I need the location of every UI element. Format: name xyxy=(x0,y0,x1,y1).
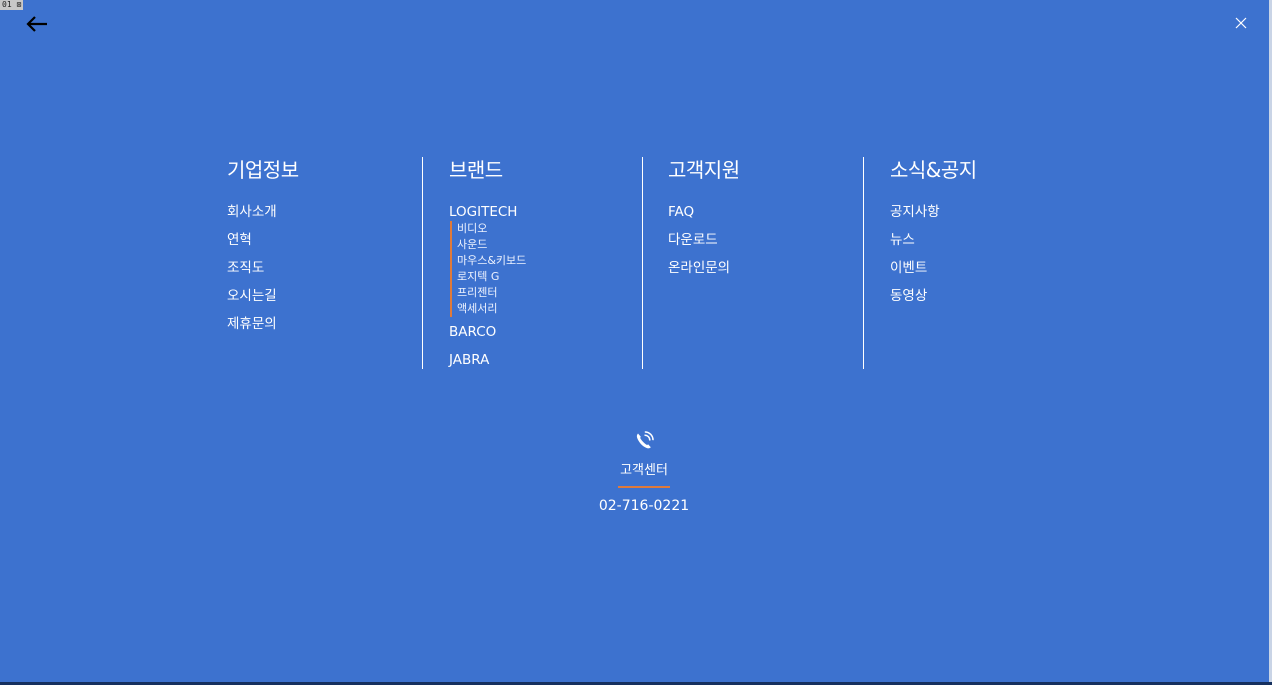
link-events[interactable]: 이벤트 xyxy=(890,259,977,287)
sublink-sound[interactable]: 사운드 xyxy=(457,237,526,253)
link-company-intro[interactable]: 회사소개 xyxy=(227,203,299,231)
link-notices[interactable]: 공지사항 xyxy=(890,203,977,231)
column-divider xyxy=(422,157,423,369)
menu-column-company: 기업정보 회사소개 연혁 조직도 오시는길 제휴문의 xyxy=(227,157,299,343)
fullscreen-menu-overlay: 01 ⊠ 기업정보 회사소개 연혁 조직도 오시는길 제휴문의 브랜드 LOGI… xyxy=(0,0,1269,682)
arrow-left-icon xyxy=(26,16,47,32)
link-organization[interactable]: 조직도 xyxy=(227,259,299,287)
link-online-inquiry[interactable]: 온라인문의 xyxy=(668,259,740,287)
menu-column-support: 고객지원 FAQ 다운로드 온라인문의 xyxy=(668,157,740,287)
window-badge: 01 ⊠ xyxy=(0,0,24,10)
column-title-company: 기업정보 xyxy=(227,158,299,182)
menu-column-news: 소식&공지 공지사항 뉴스 이벤트 동영상 xyxy=(890,157,977,315)
customer-center-label: 고객센터 xyxy=(620,463,668,478)
phone-icon xyxy=(636,431,654,449)
link-jabra[interactable]: JABRA xyxy=(449,351,526,379)
sublink-presenter[interactable]: 프리젠터 xyxy=(457,285,526,301)
link-videos[interactable]: 동영상 xyxy=(890,287,977,315)
column-title-support: 고객지원 xyxy=(668,158,740,182)
sublink-accessories[interactable]: 액세서리 xyxy=(457,301,526,317)
column-divider xyxy=(863,157,864,369)
link-directions[interactable]: 오시는길 xyxy=(227,287,299,315)
back-button[interactable] xyxy=(24,11,50,37)
link-barco[interactable]: BARCO xyxy=(449,323,526,351)
link-partnership[interactable]: 제휴문의 xyxy=(227,315,299,343)
link-download[interactable]: 다운로드 xyxy=(668,231,740,259)
link-history[interactable]: 연혁 xyxy=(227,231,299,259)
link-news[interactable]: 뉴스 xyxy=(890,231,977,259)
column-divider xyxy=(642,157,643,369)
link-faq[interactable]: FAQ xyxy=(668,203,740,231)
customer-center-phone[interactable]: 02-716-0221 xyxy=(564,497,724,515)
customer-center: 고객센터 02-716-0221 xyxy=(564,430,724,515)
close-button[interactable] xyxy=(1233,15,1249,31)
logitech-submenu: 비디오 사운드 마우스&키보드 로지텍 G 프리젠터 액세서리 xyxy=(450,221,526,317)
menu-column-brand: 브랜드 LOGITECH 비디오 사운드 마우스&키보드 로지텍 G 프리젠터 … xyxy=(449,157,526,379)
accent-underline xyxy=(618,486,670,488)
column-title-brand: 브랜드 xyxy=(449,158,503,182)
column-title-news: 소식&공지 xyxy=(890,158,977,182)
sublink-mouse-keyboard[interactable]: 마우스&키보드 xyxy=(457,253,526,269)
close-icon xyxy=(1235,17,1247,29)
sublink-logitech-g[interactable]: 로지텍 G xyxy=(457,269,526,285)
sublink-video[interactable]: 비디오 xyxy=(457,221,526,237)
